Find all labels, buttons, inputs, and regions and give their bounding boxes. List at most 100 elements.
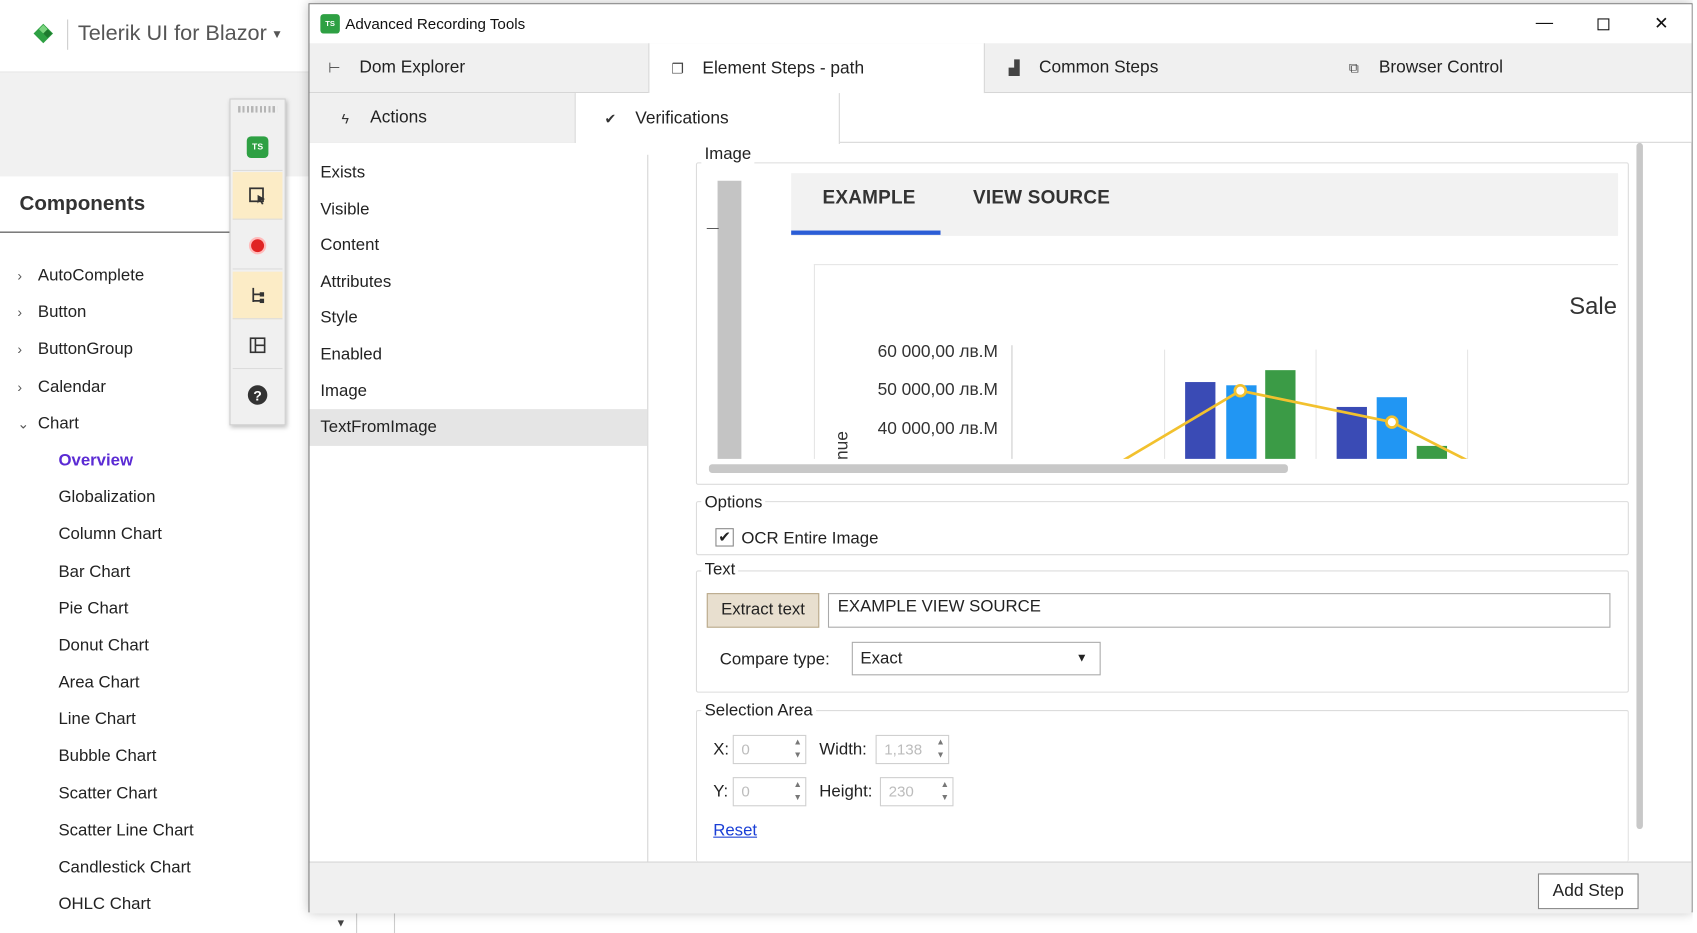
window-title: Advanced Recording Tools — [345, 15, 526, 33]
dom-tree-icon — [252, 287, 265, 303]
layout-icon — [249, 336, 266, 353]
caret-down-icon: ▼ — [271, 27, 283, 41]
recorder-toolbar[interactable]: TS ? — [229, 98, 286, 426]
preview-chart-area: Sale 60 000,00 лв.M 50 000,00 лв.M 40 00… — [813, 264, 1619, 459]
nav-item[interactable]: Bubble Chart — [0, 739, 314, 776]
dom-tree-icon: ⊢ — [328, 59, 341, 76]
nav-item-label: Globalization — [58, 488, 156, 507]
spinner-arrows-icon[interactable]: ▲ ▼ — [790, 736, 805, 763]
close-icon: ✕ — [1654, 15, 1669, 34]
tab-element-steps[interactable]: ❐ Element Steps - path — [648, 43, 985, 95]
tab-label: Element Steps - path — [702, 58, 865, 78]
nav-item[interactable]: Line Chart — [0, 702, 314, 739]
text-group-label: Text — [701, 560, 739, 581]
chart-point — [1233, 383, 1248, 398]
nav-item[interactable]: Candlestick Chart — [0, 850, 314, 887]
nav-item-label: AutoComplete — [37, 266, 145, 285]
maximize-button[interactable] — [1578, 11, 1628, 37]
toolbar-grip[interactable] — [238, 106, 278, 113]
select-element-button[interactable] — [232, 172, 283, 220]
y-spinner[interactable]: 0 ▲ ▼ — [732, 777, 807, 807]
help-button[interactable]: ? — [233, 371, 283, 419]
extract-text-button[interactable]: Extract text — [706, 593, 820, 628]
nav-item[interactable]: Overview — [0, 443, 314, 480]
header-separator — [67, 19, 69, 50]
verification-item[interactable]: Enabled — [310, 337, 648, 373]
nav-item-label: Overview — [58, 451, 134, 470]
nav-item[interactable]: Column Chart — [0, 517, 314, 554]
tab-common-steps[interactable]: ▟ Common Steps — [1007, 43, 1159, 93]
dialog-footer: Add Step — [309, 861, 1692, 914]
verification-item[interactable]: Exists — [310, 155, 648, 191]
nav-item[interactable]: Pie Chart — [0, 591, 314, 628]
layout-button[interactable] — [232, 321, 283, 370]
screen: Telerik UI for Blazor ▼ Components › AutoC… — [0, 0, 1697, 933]
verification-list: Exists Visible Content Attributes Style Enabl… — [309, 154, 649, 862]
title-bar[interactable]: TS Advanced Recording Tools — ✕ — [309, 4, 1692, 44]
verification-item[interactable]: TextFromImage — [309, 409, 648, 446]
tab-actions[interactable]: ϟ Actions — [309, 93, 576, 143]
minimize-button[interactable]: — — [1520, 11, 1570, 37]
x-value: 0 — [741, 740, 750, 758]
add-step-button[interactable]: Add Step — [1537, 873, 1639, 910]
spinner-arrows-icon[interactable]: ▲ ▼ — [933, 736, 948, 763]
nav-item[interactable]: OHLC Chart — [0, 887, 314, 924]
verification-item[interactable]: Style — [310, 300, 648, 336]
tab-verifications[interactable]: ✔ Verifications — [575, 93, 840, 144]
preview-vertical-bar — [717, 180, 742, 459]
compare-type-select[interactable]: Exact ▼ — [851, 641, 1101, 676]
nav-item[interactable]: Scatter Line Chart — [0, 813, 314, 850]
width-spinner[interactable]: 1,138 ▲ ▼ — [875, 734, 950, 765]
tab-dom-explorer[interactable]: ⊢ Dom Explorer — [327, 43, 465, 93]
product-dropdown[interactable]: Telerik UI for Blazor ▼ — [78, 22, 283, 47]
nav-item-label: Bubble Chart — [58, 747, 157, 766]
record-button[interactable] — [232, 222, 283, 270]
x-label: X: — [713, 740, 730, 759]
chevron-down-icon: ⌄ — [17, 415, 30, 432]
y-value: 0 — [741, 782, 750, 800]
spinner-arrows-icon[interactable]: ▲ ▼ — [937, 778, 952, 805]
text-group — [695, 570, 1629, 693]
verification-item[interactable]: Attributes — [310, 264, 648, 300]
reset-link[interactable]: Reset — [713, 821, 757, 840]
verification-item[interactable]: Visible — [310, 191, 648, 227]
preview-tabs: EXAMPLE VIEW SOURCE — [791, 173, 1619, 236]
nav-item[interactable]: Scatter Chart — [0, 776, 314, 813]
options-group-label: Options — [701, 493, 766, 514]
help-icon: ? — [247, 385, 268, 405]
nav-item-label: Candlestick Chart — [58, 858, 191, 877]
nav-item-label: Area Chart — [58, 673, 140, 692]
nav-item-label: Chart — [37, 414, 79, 433]
width-label: Width: — [819, 740, 867, 759]
y-label: Y: — [713, 782, 729, 801]
ts-button[interactable]: TS — [232, 123, 283, 172]
components-heading: Components — [19, 192, 146, 216]
lightning-icon: ϟ — [341, 109, 349, 127]
nav-item[interactable]: Bar Chart — [0, 554, 314, 591]
chevron-right-icon: › — [17, 267, 23, 284]
close-button[interactable]: ✕ — [1636, 11, 1686, 37]
height-value: 230 — [888, 782, 914, 800]
preview-horizontal-scrollbar[interactable] — [708, 464, 1288, 473]
dom-tree-button[interactable] — [232, 271, 283, 320]
spinner-arrows-icon[interactable]: ▲ ▼ — [790, 778, 805, 805]
nav-item[interactable]: Donut Chart — [0, 628, 314, 665]
x-spinner[interactable]: 0 ▲ ▼ — [732, 734, 807, 765]
content-vertical-scrollbar[interactable] — [1636, 142, 1643, 830]
height-spinner[interactable]: 230 ▲ ▼ — [879, 777, 954, 807]
ocr-entire-image-checkbox[interactable]: ✔ — [715, 528, 734, 547]
scroll-down-icon[interactable]: ▼ — [336, 918, 347, 930]
chevron-right-icon: › — [17, 341, 23, 358]
nav-item[interactable]: Area Chart — [0, 665, 314, 702]
tab-browser-control[interactable]: ⧉ Browser Control — [1346, 43, 1503, 93]
nav-item[interactable]: Globalization — [0, 480, 314, 517]
right-edge — [1692, 0, 1697, 933]
verification-item[interactable]: Content — [310, 227, 648, 263]
extracted-text-field[interactable]: EXAMPLE VIEW SOURCE — [827, 593, 1611, 628]
compare-type-label: Compare type: — [719, 650, 830, 669]
ocr-entire-image-label: OCR Entire Image — [741, 529, 879, 548]
verification-item[interactable]: Image — [310, 373, 648, 409]
pages-icon: ❐ — [671, 60, 684, 77]
nav-item-label: Scatter Chart — [58, 784, 158, 803]
selection-area-label: Selection Area — [701, 701, 817, 721]
